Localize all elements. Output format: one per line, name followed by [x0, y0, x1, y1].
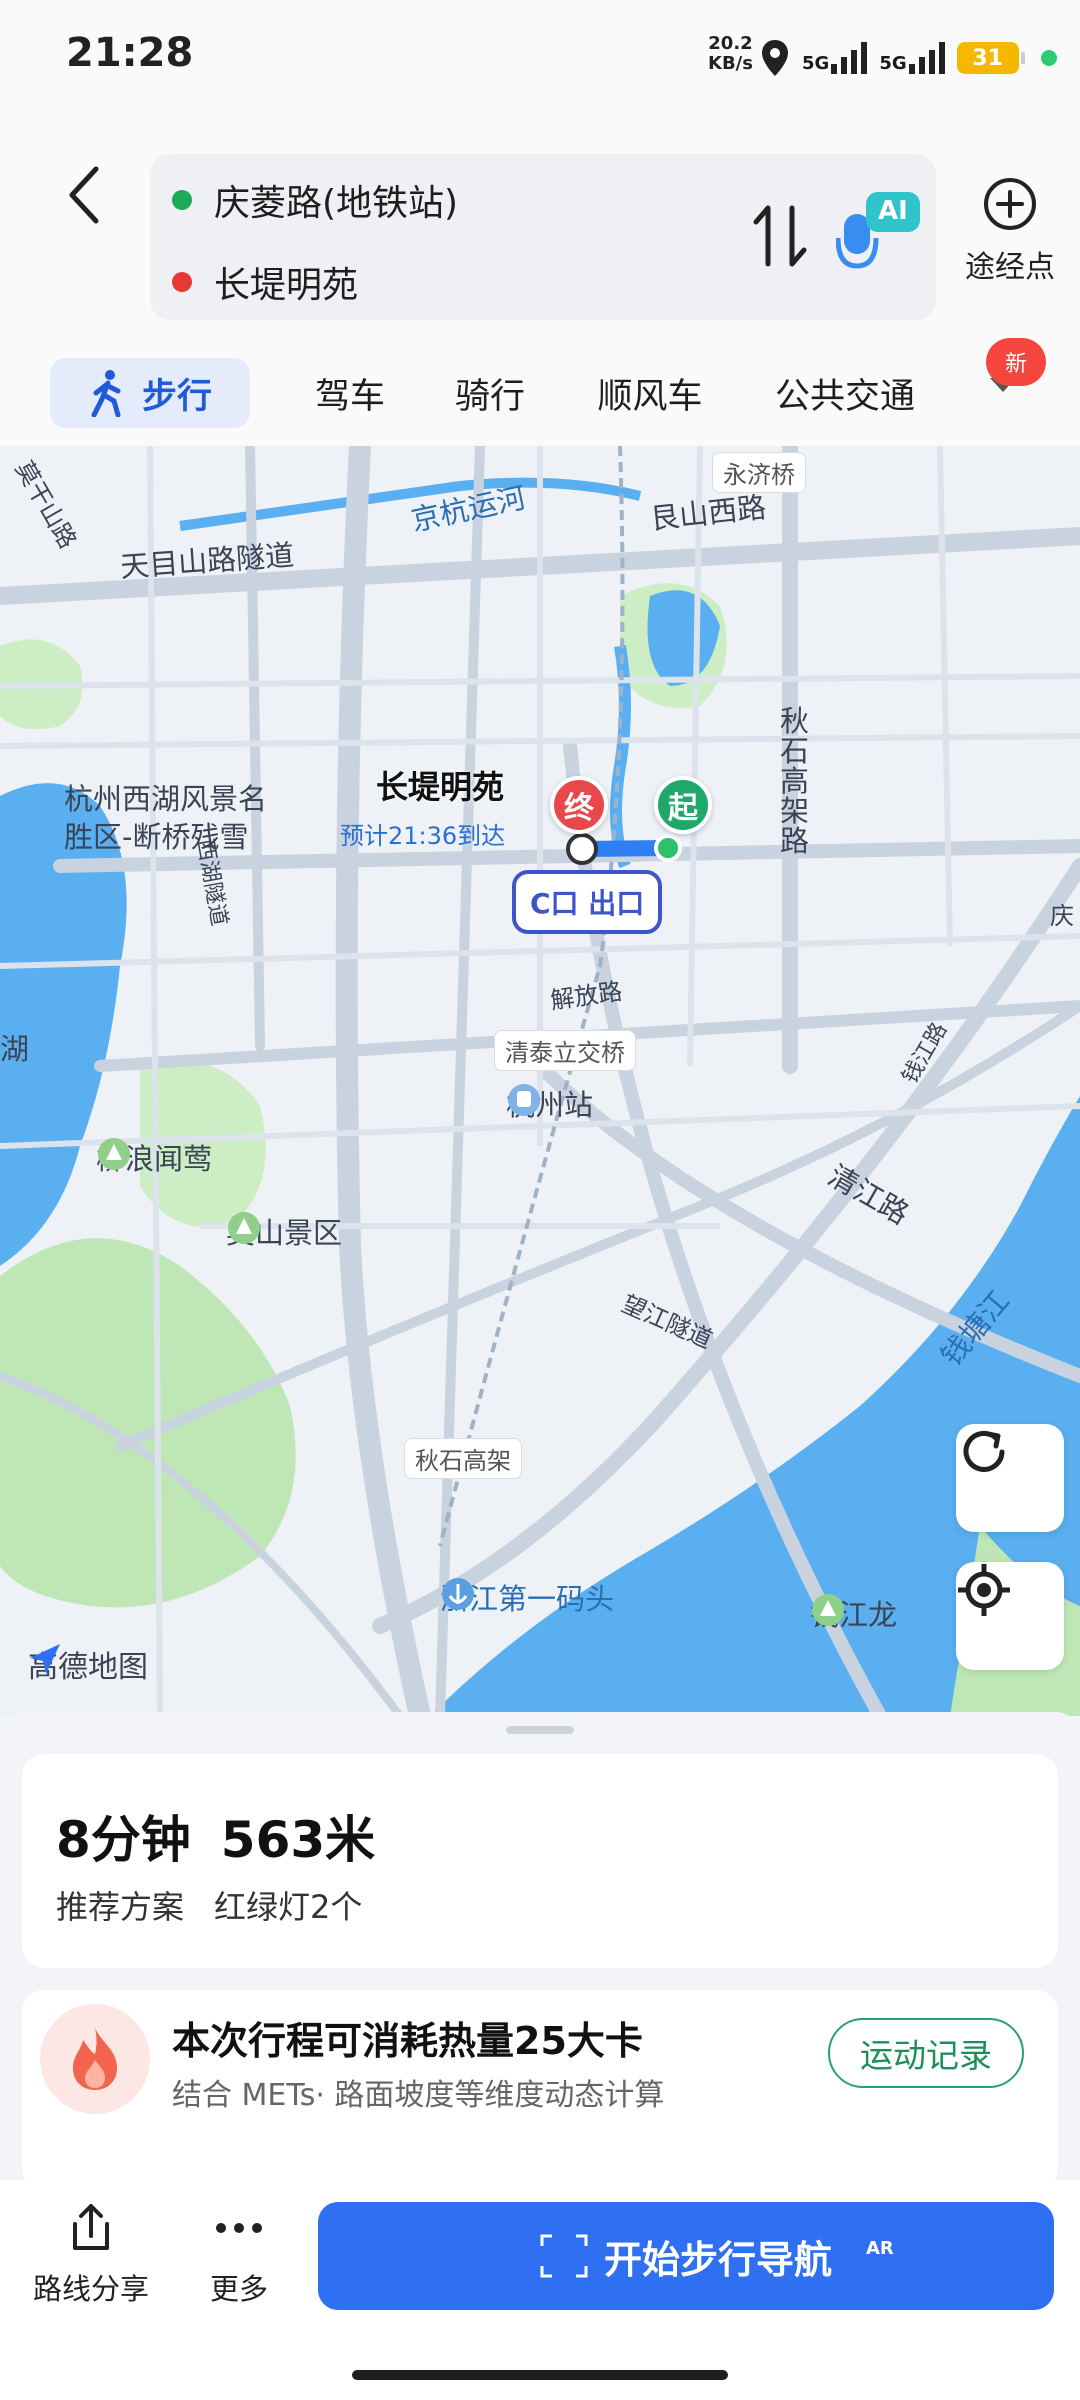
origin-row[interactable]: 庆菱路(地铁站): [172, 174, 458, 226]
duration-text: 8分钟: [56, 1811, 191, 1869]
calorie-title: 本次行程可消耗热量25大卡: [172, 2019, 643, 2063]
refresh-icon: [963, 1430, 1005, 1472]
plus-circle-icon: [984, 178, 1036, 230]
status-icons: 5G 5G 31: [760, 36, 1057, 80]
flame-icon: [73, 2028, 117, 2090]
map-label-zhejiang-pier: 浙江第一码头: [440, 1576, 614, 1618]
network-speed: 20.2 KB/s: [708, 34, 753, 74]
more-dots-icon: [216, 2223, 262, 2233]
origin-text: 庆菱路(地铁站): [214, 183, 459, 224]
ai-voice-button[interactable]: AI: [835, 188, 926, 278]
more-label: 更多: [209, 2272, 268, 2306]
origin-dot: [172, 190, 192, 210]
route-summary-card[interactable]: 8分钟 563米 推荐方案 红绿灯2个: [22, 1754, 1058, 1968]
tab-walk-label: 步行: [141, 376, 212, 417]
end-marker[interactable]: 终: [550, 776, 608, 834]
calorie-card: 本次行程可消耗热量25大卡 结合 METs· 路面坡度等维度动态计算 运动记录: [22, 1990, 1058, 2190]
signal-bars-icon: [908, 42, 945, 74]
travel-mode-tabs: 步行 驾车 骑行 顺风车 公共交通: [0, 340, 1080, 440]
network-speed-value: 20.2: [708, 33, 753, 54]
anchor-icon: [442, 1578, 474, 1610]
map-view[interactable]: 永济桥 京杭运河 艮山西路 天目山路隧道 莫干山路 秋石高架路 杭州西湖风景名 …: [0, 446, 1080, 1716]
map-label-wushan: 吴山景区: [226, 1210, 342, 1252]
distance-text: 563米: [220, 1811, 376, 1869]
scenic-spot-icon: [98, 1138, 130, 1170]
train-station-icon: [508, 1084, 540, 1116]
crosshair-icon: [958, 1564, 1010, 1616]
map-label-westlake-scenic-1: 杭州西湖风景名: [64, 782, 268, 816]
destination-map-label: 长堤明苑: [376, 768, 505, 806]
tab-ride[interactable]: 骑行: [430, 358, 550, 428]
map-label-qing: 庆: [1050, 902, 1074, 930]
share-icon: [73, 2204, 109, 2250]
privacy-dot: [1040, 50, 1057, 66]
calorie-icon-wrap: [40, 2004, 150, 2114]
exercise-record-button[interactable]: 运动记录: [828, 2018, 1024, 2088]
ar-icon: [540, 2234, 588, 2278]
map-label-qiushi-elevated-road: 秋石高架路: [780, 704, 810, 858]
share-route-label: 路线分享: [32, 2272, 149, 2306]
add-waypoint-button[interactable]: 途经点: [950, 176, 1070, 286]
map-logo: 高德地图: [28, 1642, 148, 1686]
panel-drag-handle[interactable]: [506, 1726, 574, 1734]
locate-me-button[interactable]: [956, 1562, 1064, 1670]
plan-label: 推荐方案: [56, 1888, 185, 1926]
map-label-liulang-wenying: 柳浪闻莺: [96, 1136, 212, 1178]
route-input-box: 庆菱路(地铁站) 长堤明苑: [150, 154, 936, 320]
scenic-spot-icon: [812, 1594, 844, 1626]
exit-label[interactable]: C口 出口: [512, 870, 663, 934]
refresh-route-button[interactable]: [956, 1424, 1064, 1532]
signal-bars-icon: [831, 42, 868, 74]
ai-label: AI: [878, 196, 908, 226]
map-label-qianjianglong: 钱江龙: [810, 1592, 897, 1634]
share-route-button[interactable]: 路线分享: [26, 2202, 156, 2308]
destination-dot: [172, 272, 192, 292]
tab-drive[interactable]: 驾车: [290, 358, 410, 428]
swap-icon[interactable]: [752, 200, 808, 272]
walking-person-icon: [91, 370, 121, 417]
map-label-hangzhou-station: 杭州站: [506, 1082, 593, 1124]
signal-label-2: 5G: [879, 53, 907, 74]
scenic-spot-icon: [228, 1212, 260, 1244]
battery-indicator: 31: [956, 42, 1025, 74]
location-icon: [762, 40, 788, 76]
status-time: 21:28: [66, 30, 194, 76]
traffic-lights-label: 红绿灯2个: [214, 1888, 363, 1926]
destination-text: 长堤明苑: [214, 265, 359, 306]
home-indicator[interactable]: [352, 2370, 728, 2380]
ar-label: AR: [866, 2238, 894, 2259]
navigation-arrow-icon: [30, 1644, 60, 1674]
map-label-qiushi-elevated: 秋石高架: [404, 1438, 522, 1479]
back-button[interactable]: [54, 160, 114, 230]
start-marker[interactable]: 起: [654, 776, 712, 834]
more-button[interactable]: 更多: [184, 2202, 294, 2308]
chevron-left-icon: [69, 166, 99, 224]
calorie-subtitle: 结合 METs· 路面坡度等维度动态计算: [172, 2078, 665, 2113]
signal-label-1: 5G: [802, 53, 830, 74]
destination-row[interactable]: 长堤明苑: [172, 256, 358, 308]
map-label-qingtai-bridge: 清泰立交桥: [494, 1030, 636, 1071]
eta-label: 预计21:36到达: [340, 822, 506, 850]
start-walk-navigation-button[interactable]: AR 开始步行导航: [318, 2202, 1054, 2310]
new-badge: 新: [986, 338, 1046, 386]
network-speed-unit: KB/s: [708, 53, 753, 74]
start-nav-label: 开始步行导航: [603, 2237, 832, 2282]
tab-walk[interactable]: 步行: [50, 358, 250, 428]
map-label-hu: 湖: [0, 1032, 30, 1066]
tab-transit[interactable]: 公共交通: [755, 358, 935, 428]
waypoint-label: 途经点: [965, 250, 1055, 285]
tab-carpool[interactable]: 顺风车: [575, 358, 725, 428]
